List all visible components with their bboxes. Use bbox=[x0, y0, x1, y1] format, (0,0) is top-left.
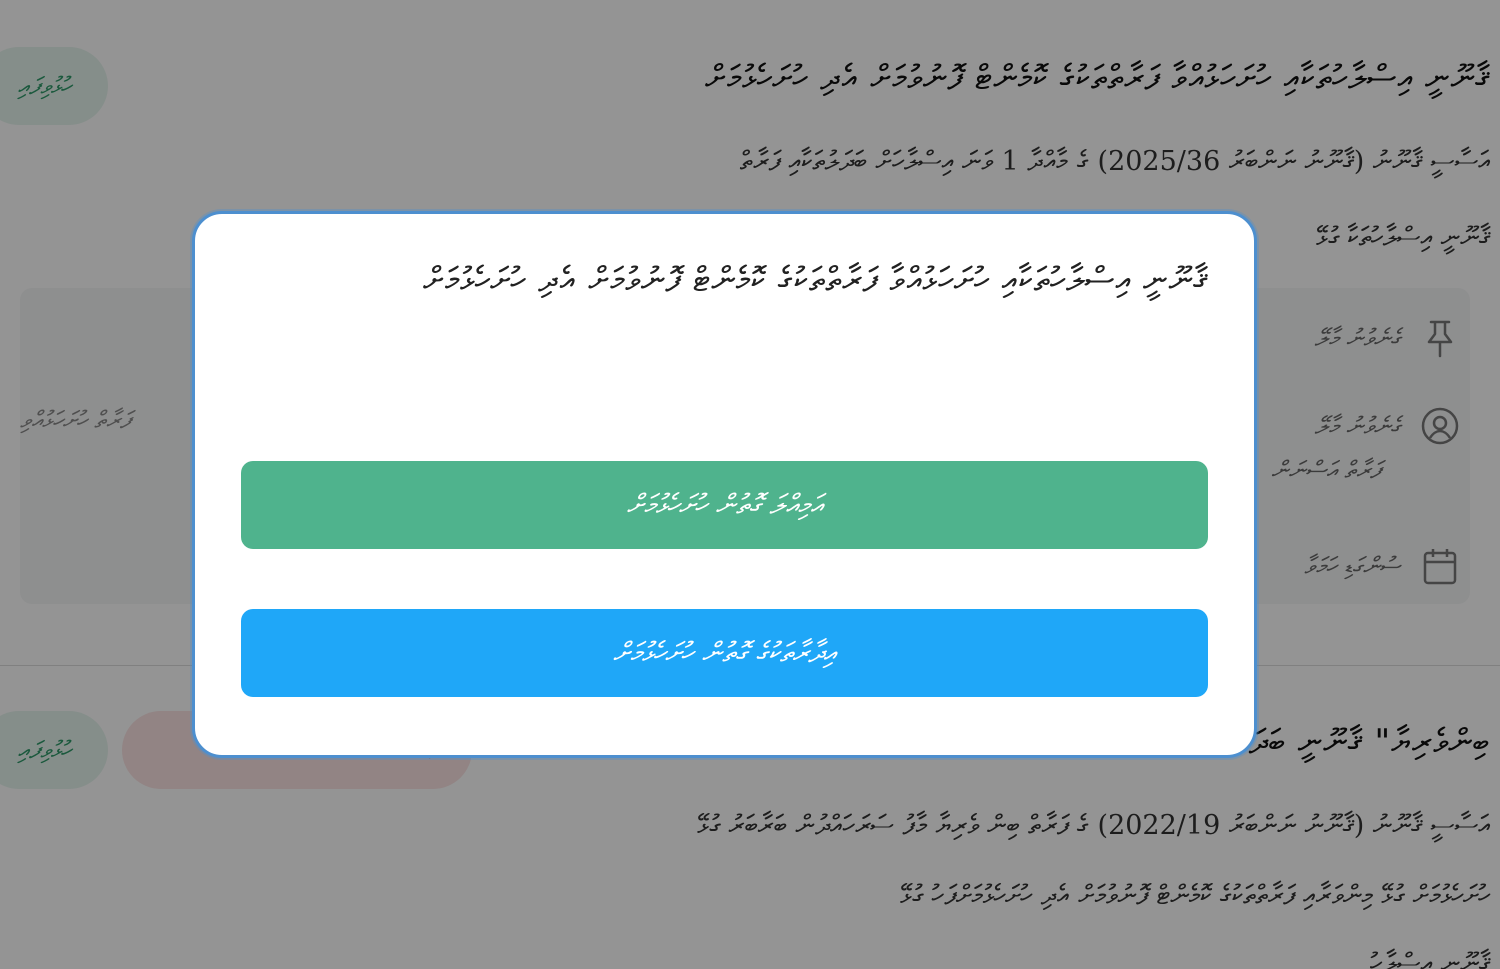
submit-as-individual-button[interactable]: އަމިއްލަ ގޮތުން ހުށަހެޅުމަށް bbox=[241, 461, 1208, 549]
submission-type-dialog: ޤާނޫނީ އިސްލާހުތަކާއި ހުށަހަޅުއްވާ ފަރާތ… bbox=[192, 211, 1257, 758]
dialog-title: ޤާނޫނީ އިސްލާހުތަކާއި ހުށަހަޅުއްވާ ފަރާތ… bbox=[423, 260, 1208, 300]
submit-as-organization-button[interactable]: އިދާރާތަކުގެ ގޮތުން ހުށަހެޅުމަށް bbox=[241, 609, 1208, 697]
